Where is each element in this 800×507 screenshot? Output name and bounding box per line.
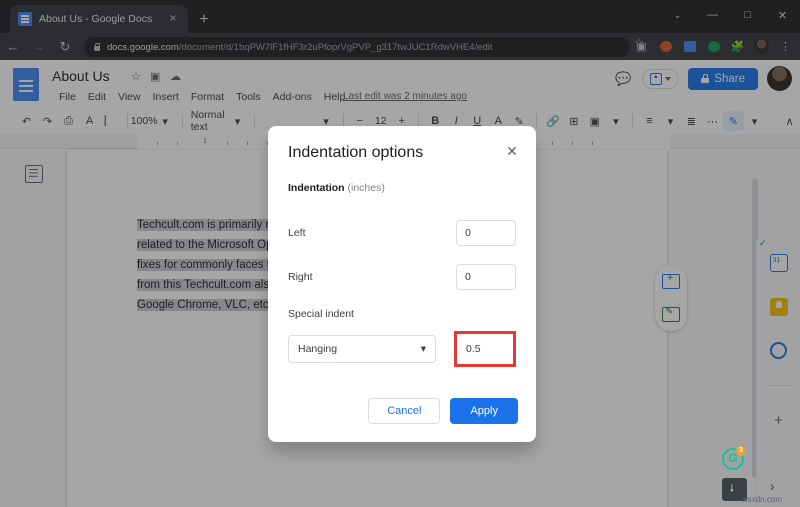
dialog-actions: Cancel Apply [368, 398, 518, 424]
special-indent-select[interactable]: Hanging ▾ [288, 335, 436, 363]
dialog-title: Indentation options [288, 144, 424, 161]
chevron-down-icon: ▾ [420, 343, 426, 355]
close-icon[interactable]: ✕ [502, 142, 522, 162]
section-unit-text: (inches) [347, 182, 385, 194]
special-indent-label: Special indent [288, 308, 354, 320]
special-indent-value-input[interactable]: 0.5 [459, 336, 513, 362]
right-indent-row: Right 0 [288, 264, 516, 290]
left-indent-input[interactable]: 0 [456, 220, 516, 246]
indentation-options-dialog: Indentation options ✕ Indentation (inche… [268, 126, 536, 442]
apply-button[interactable]: Apply [450, 398, 518, 424]
right-indent-input[interactable]: 0 [456, 264, 516, 290]
special-indent-selected-value: Hanging [298, 343, 338, 355]
indentation-section-label: Indentation (inches) [288, 182, 385, 194]
right-indent-label: Right [288, 271, 313, 283]
screen: About Us - Google Docs × + ⌄ — □ ✕ ← → ↻… [0, 0, 800, 507]
left-indent-row: Left 0 [288, 220, 516, 246]
next-chevron-icon[interactable]: › [770, 478, 775, 494]
watermark: wsxdn.com [742, 495, 783, 504]
cancel-button[interactable]: Cancel [368, 398, 441, 424]
section-label-text: Indentation [288, 182, 345, 194]
special-indent-highlight-box: 0.5 [454, 331, 516, 367]
left-indent-label: Left [288, 227, 306, 239]
grammarly-icon[interactable]: G 3 [722, 446, 746, 470]
grammarly-badge: 3 [736, 446, 746, 456]
